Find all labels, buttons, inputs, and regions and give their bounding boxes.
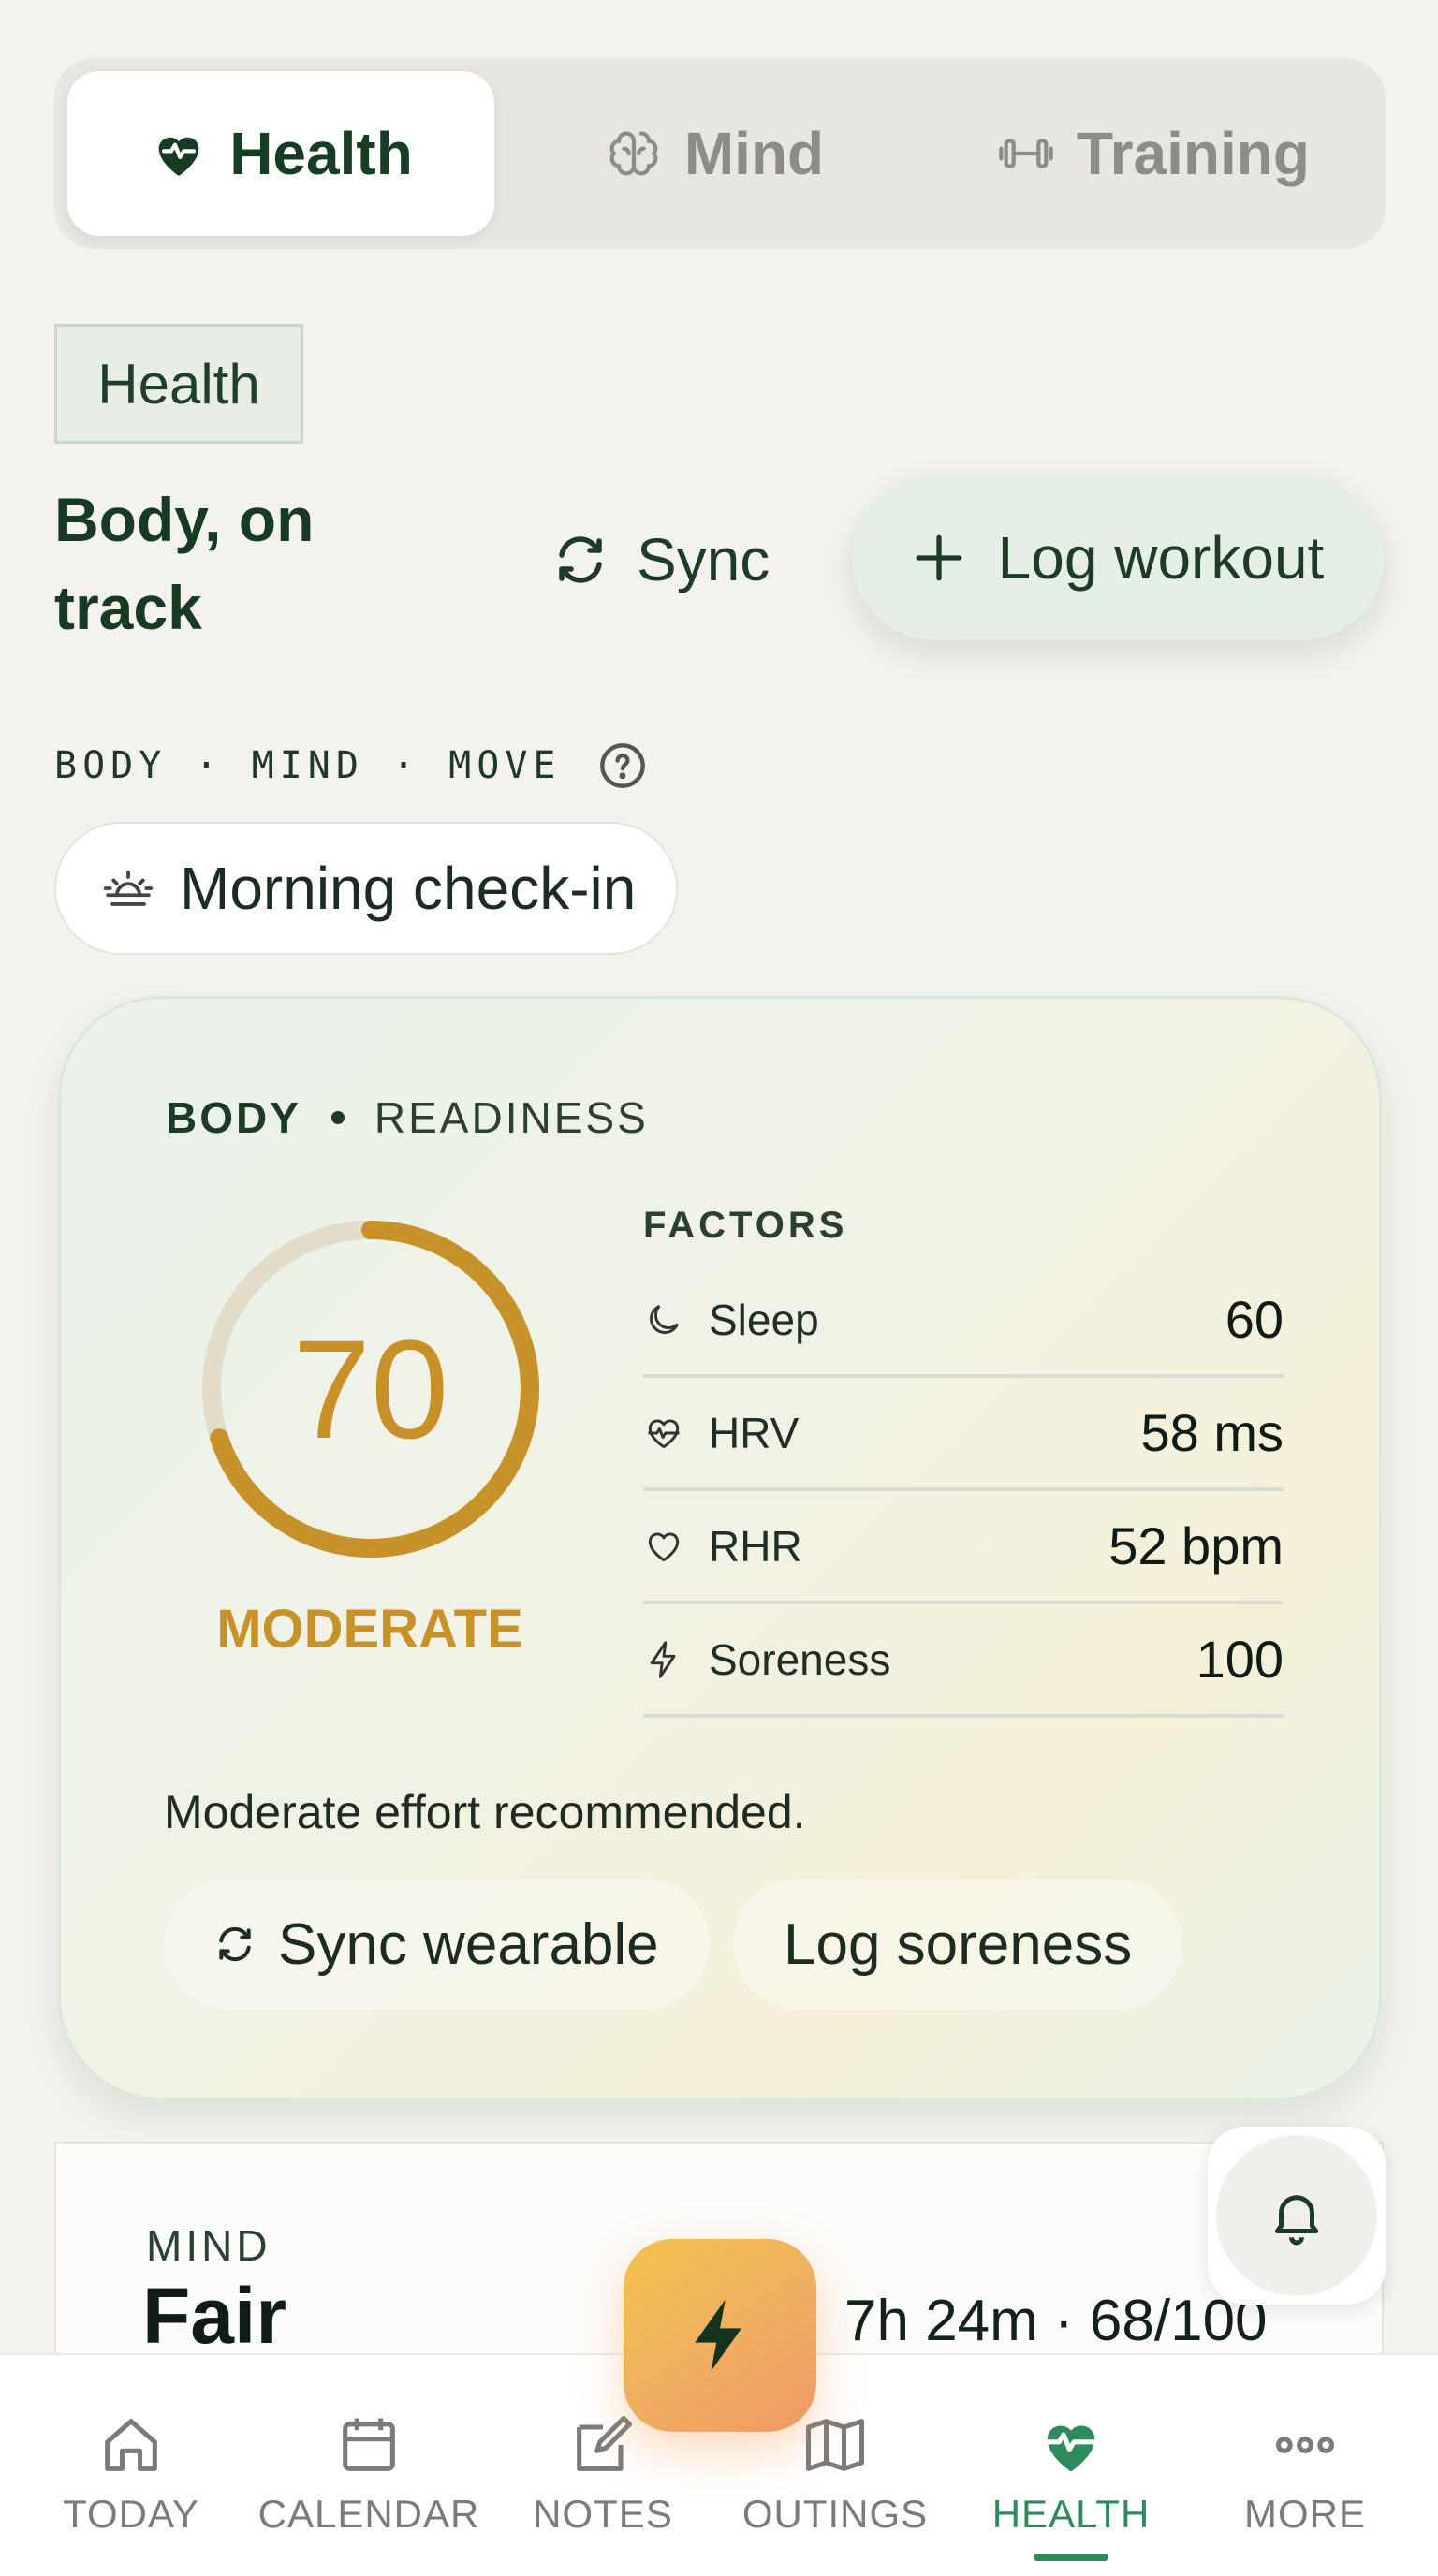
morning-checkin-button[interactable]: Morning check-in [54, 822, 678, 955]
heart-pulse-icon [1041, 2425, 1101, 2472]
log-soreness-label: Log soreness [784, 1911, 1133, 1977]
notifications-button[interactable] [1208, 2127, 1386, 2305]
brain-icon [609, 131, 658, 176]
factor-row-rhr: RHR 52 bpm [643, 1491, 1284, 1604]
factor-value: 60 [1225, 1290, 1284, 1349]
log-workout-label: Log workout [997, 524, 1325, 592]
factor-value: 52 bpm [1108, 1516, 1284, 1575]
tab-health-label: Health [229, 120, 413, 187]
factor-name: Soreness [709, 1634, 891, 1684]
nav-item-calendar[interactable]: CALENDAR [257, 2409, 481, 2537]
factor-row-sleep: Sleep 60 [643, 1265, 1284, 1378]
factors-list: Sleep 60 HRV 58 ms RHR 52 bpm Soreness 1… [643, 1265, 1284, 1718]
tab-training-label: Training [1077, 120, 1310, 187]
sync-button[interactable]: Sync [552, 515, 770, 605]
nav-label: HEALTH [991, 2492, 1151, 2536]
quick-action-button[interactable] [624, 2239, 816, 2432]
bolt-icon [695, 2299, 741, 2372]
nav-label: CALENDAR [257, 2492, 480, 2536]
factor-value: 58 ms [1140, 1403, 1284, 1462]
heart-pulse-icon [648, 1418, 680, 1448]
tab-mind[interactable]: Mind [494, 71, 933, 236]
nav-item-more[interactable]: MORE [1193, 2409, 1417, 2537]
nav-item-today[interactable]: TODAY [19, 2409, 243, 2537]
factor-name: HRV [709, 1408, 800, 1457]
help-icon[interactable] [598, 741, 647, 790]
factors-title: FACTORS [643, 1205, 848, 1246]
refresh-icon [559, 536, 602, 583]
edit-icon [577, 2415, 633, 2471]
factor-value: 100 [1196, 1630, 1284, 1689]
factor-name: RHR [709, 1521, 802, 1571]
factor-name: Sleep [709, 1295, 819, 1344]
readiness-card: BODY READINESS 70 MODERATE FACTORS Sleep… [58, 996, 1382, 2100]
factor-row-soreness: Soreness 100 [643, 1604, 1284, 1718]
more-icon [1275, 2437, 1335, 2453]
dumbbell-icon [999, 139, 1053, 168]
sync-button-label: Sync [637, 526, 770, 593]
morning-checkin-label: Morning check-in [180, 855, 637, 922]
nav-active-indicator [1034, 2554, 1108, 2561]
map-icon [805, 2419, 865, 2471]
nav-label: OUTINGS [741, 2492, 929, 2536]
readiness-card-label: BODY READINESS [166, 1092, 649, 1143]
section-chip: Health [54, 324, 303, 444]
tab-health[interactable]: Health [67, 71, 494, 236]
plus-icon [916, 534, 962, 581]
log-soreness-button[interactable]: Log soreness [733, 1879, 1183, 2010]
readiness-state: MODERATE [216, 1599, 523, 1660]
nav-item-health[interactable]: HEALTH [959, 2409, 1183, 2537]
mind-meta: 7h 24m · 68/100 [844, 2289, 1268, 2353]
readiness-label-main: BODY [166, 1093, 301, 1142]
moon-icon [650, 1304, 680, 1334]
heart-pulse-icon [158, 137, 199, 176]
eyebrow: BODY · MIND · MOVE [54, 739, 647, 792]
notifications-button-inner [1216, 2135, 1377, 2296]
nav-label: MORE [1244, 2492, 1366, 2536]
factor-row-hrv: HRV 58 ms [643, 1378, 1284, 1491]
eyebrow-text: BODY · MIND · MOVE [54, 744, 562, 787]
bell-icon [1274, 2195, 1319, 2246]
home-icon [105, 2419, 157, 2471]
refresh-icon [219, 1926, 251, 1962]
sync-wearable-label: Sync wearable [278, 1911, 659, 1977]
tab-training[interactable]: Training [933, 71, 1372, 236]
label-separator-dot [330, 1111, 345, 1124]
sync-wearable-button[interactable]: Sync wearable [164, 1879, 710, 2010]
readiness-score: 70 [292, 1310, 449, 1468]
tab-mind-label: Mind [683, 120, 825, 187]
mind-label: MIND [146, 2221, 271, 2270]
readiness-note: Moderate effort recommended. [164, 1786, 806, 1838]
page-title: Body, on track [54, 485, 315, 642]
heart-icon [648, 1531, 680, 1561]
mind-state: Fair [142, 2272, 287, 2360]
nav-label: TODAY [63, 2492, 199, 2536]
sunrise-icon [103, 871, 154, 906]
bolt-icon [650, 1640, 676, 1678]
nav-label: NOTES [533, 2492, 673, 2536]
calendar-icon [343, 2418, 395, 2471]
readiness-label-sub: READINESS [374, 1093, 649, 1142]
top-segmented-tabs: Health Mind Training [54, 58, 1386, 249]
log-workout-button[interactable]: Log workout [852, 476, 1384, 640]
